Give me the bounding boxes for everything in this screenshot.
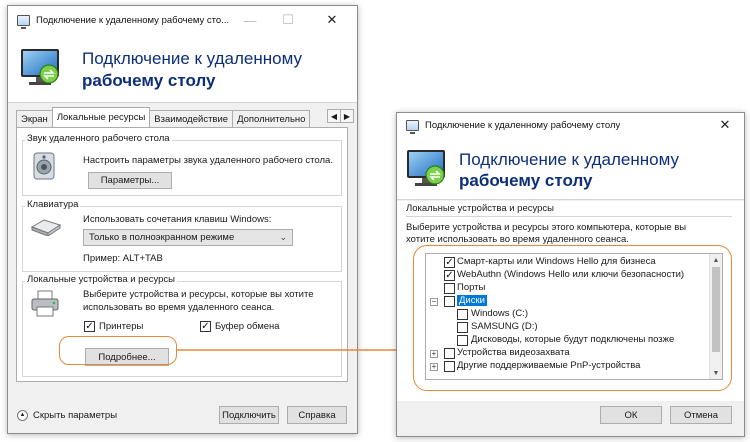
- sound-settings-button[interactable]: Параметры...: [88, 172, 172, 189]
- keyboard-group-label: Клавиатура: [25, 199, 81, 210]
- banner-title-line1: Подключение к удаленному: [459, 150, 679, 169]
- rdp-app-icon: [406, 119, 419, 134]
- devices-description-line2: использовать во время удаленного сеанса.: [83, 302, 275, 313]
- chevron-down-icon: ⌄: [279, 232, 287, 242]
- help-button[interactable]: Справка: [287, 406, 347, 424]
- tab-advanced[interactable]: Дополнительно: [232, 110, 311, 127]
- printers-checkbox[interactable]: ✓: [84, 321, 95, 332]
- section-divider: [406, 216, 732, 217]
- tab-screen[interactable]: Экран: [16, 110, 53, 127]
- close-icon[interactable]: ✕: [313, 6, 351, 34]
- rdp-logo-icon: [407, 150, 445, 186]
- connect-button[interactable]: Подключить: [219, 406, 279, 424]
- minimize-icon[interactable]: —: [231, 6, 269, 34]
- section-label: Локальные устройства и ресурсы: [406, 203, 555, 214]
- maximize-icon[interactable]: ☐: [269, 6, 307, 34]
- clipboard-label: Буфер обмена: [215, 321, 280, 332]
- windows-keys-select-value: Только в полноэкранном режиме: [89, 232, 235, 243]
- devices-description-line1: Выберите устройства и ресурсы, которые в…: [83, 289, 314, 300]
- printers-label: Принтеры: [99, 321, 144, 332]
- sound-group-label: Звук удаленного рабочего стола: [25, 133, 172, 144]
- left-banner: Подключение к удаленному рабочему столу: [8, 34, 357, 103]
- tab-scroll-buttons: ◀ ▶: [327, 109, 354, 123]
- left-rdp-window: Подключение к удаленному рабочему сто...…: [7, 5, 358, 434]
- close-icon[interactable]: ✕: [710, 113, 740, 137]
- left-window-title: Подключение к удаленному рабочему сто...: [36, 14, 230, 26]
- tab-scroll-left-icon[interactable]: ◀: [327, 109, 341, 123]
- rdp-logo-icon: [21, 49, 59, 85]
- tab-local-resources[interactable]: Локальные ресурсы: [51, 107, 151, 127]
- keyboard-description: Использовать сочетания клавиш Windows:: [83, 214, 272, 225]
- ok-button[interactable]: ОК: [600, 406, 662, 424]
- hide-options-toggle[interactable]: ▲ Скрыть параметры: [17, 408, 117, 422]
- keyboard-icon: [30, 219, 62, 236]
- hide-options-label: Скрыть параметры: [33, 409, 118, 421]
- banner-title-line1: Подключение к удаленному: [82, 49, 302, 68]
- printer-icon: [31, 290, 59, 317]
- sound-description: Настроить параметры звука удаленного раб…: [83, 155, 333, 166]
- right-titlebar: Подключение к удаленному рабочему столу …: [397, 113, 744, 137]
- cancel-button[interactable]: Отмена: [670, 406, 732, 424]
- rdp-app-icon: [17, 14, 30, 29]
- tab-interaction[interactable]: Взаимодействие: [149, 110, 234, 127]
- left-titlebar: Подключение к удаленному рабочему сто...…: [8, 6, 357, 34]
- keyboard-example: Пример: ALT+TAB: [83, 253, 163, 264]
- device-tree-callout: [413, 245, 732, 391]
- chevron-up-icon: ▲: [17, 409, 28, 421]
- right-window-title: Подключение к удаленному рабочему столу: [425, 119, 621, 131]
- clipboard-checkbox[interactable]: ✓: [200, 321, 211, 332]
- banner-title-line2: рабочему столу: [82, 71, 216, 90]
- banner-title-line2: рабочему столу: [459, 171, 593, 190]
- sound-group: [22, 140, 342, 196]
- windows-keys-select[interactable]: Только в полноэкранном режиме ⌄: [83, 229, 293, 246]
- right-description-line1: Выберите устройства и ресурсы этого комп…: [406, 222, 687, 233]
- devices-group-label: Локальные устройства и ресурсы: [25, 274, 178, 285]
- tab-scroll-right-icon[interactable]: ▶: [340, 109, 354, 123]
- right-banner: Подключение к удаленному рабочему столу: [397, 137, 744, 200]
- speaker-icon: [33, 152, 55, 180]
- more-button-callout: [59, 336, 177, 365]
- left-tabs: Экран Локальные ресурсы Взаимодействие Д…: [16, 107, 311, 127]
